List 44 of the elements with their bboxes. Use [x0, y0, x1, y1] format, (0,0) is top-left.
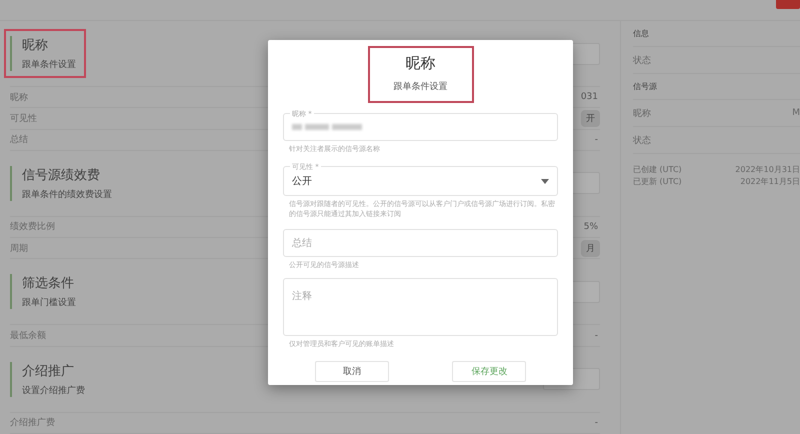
field-value: - — [594, 330, 599, 341]
timestamp-value: 2022年10月31日 — [735, 164, 800, 175]
timestamp-label: 已更新 (UTC) — [633, 176, 682, 187]
section-subtitle: 跟单条件设置 — [22, 58, 76, 71]
field-label: 可见性 — [10, 112, 37, 125]
section-title: 筛选条件 — [22, 275, 75, 292]
field-value: 5% — [584, 222, 599, 232]
field-label: 周期 — [10, 242, 28, 255]
value-tag: 月 — [581, 240, 600, 257]
field-label: 总结 — [10, 134, 28, 146]
section-subtitle: 跟单门槛设置 — [22, 296, 76, 310]
placeholder-text: 总结 — [292, 236, 312, 250]
placeholder-text: 注释 — [292, 290, 312, 303]
textarea-field[interactable]: 注释 — [283, 278, 558, 336]
save-button[interactable]: 保存更改 — [452, 361, 526, 382]
value-tag: 开 — [581, 110, 600, 127]
field-label: 绩效费比例 — [10, 220, 55, 234]
blurred-value — [292, 124, 362, 130]
section-title: 昵称 — [22, 37, 49, 54]
dropdown-caret-icon — [541, 178, 549, 184]
section-subtitle: 跟单条件的绩效费设置 — [22, 188, 112, 201]
timestamp-label: 已创建 (UTC) — [633, 164, 682, 175]
field-label: 介绍推广费 — [10, 416, 55, 430]
field-value: - — [594, 418, 599, 428]
cancel-button[interactable]: 取消 — [314, 361, 389, 382]
text-field[interactable]: 总结 — [283, 229, 558, 257]
dialog-subtitle: 跟单条件设置 — [394, 80, 448, 93]
section-subtitle: 设置介绍推广费 — [22, 384, 85, 397]
field-label: 最低余额 — [10, 330, 46, 342]
timestamp-value: 2022年11月5日 — [740, 176, 800, 187]
section-title: 介绍推广 — [22, 362, 75, 380]
dialog-title: 昵称 — [406, 54, 436, 73]
field-value: 031 — [580, 92, 599, 102]
section-title: 信号源绩效费 — [22, 166, 101, 184]
group-title: 信息 — [633, 28, 649, 39]
select-value: 公开 — [292, 175, 313, 188]
info-value: M — [792, 108, 800, 118]
info-label: 昵称 — [633, 108, 651, 120]
group-title: 信号源 — [633, 81, 657, 92]
field-label: 昵称 — [10, 92, 28, 104]
field-value: - — [594, 134, 599, 145]
info-label: 状态 — [633, 54, 651, 66]
action-button[interactable] — [776, 0, 800, 9]
info-label: 状态 — [633, 134, 651, 146]
